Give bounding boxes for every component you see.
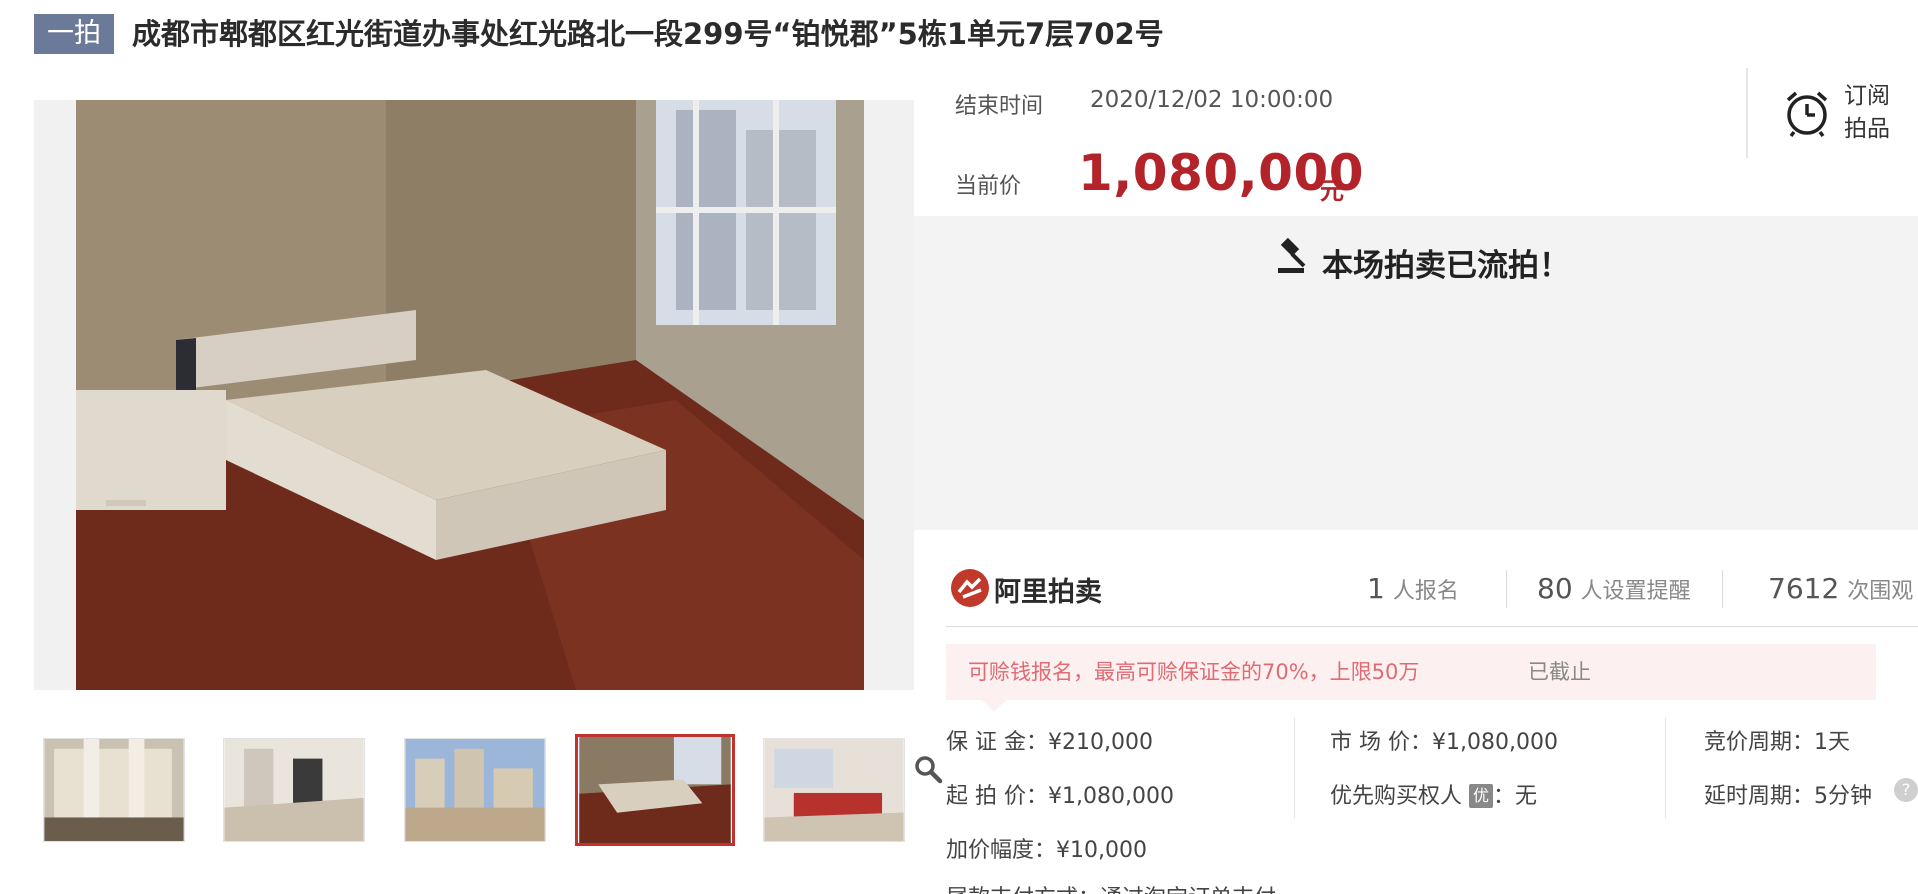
thumbnail-living-room-floor[interactable] [223,738,365,842]
subscribe-button[interactable]: 订阅 拍品 [1844,80,1904,146]
brand-name: 阿里拍卖 [994,577,1102,608]
alarm-clock-icon[interactable] [1782,88,1832,138]
thumbnail-apartment-towers[interactable] [404,738,546,842]
thumbnail-building-exterior[interactable] [43,738,185,842]
stats-divider [946,626,1918,627]
notice-pointer [982,700,1006,712]
ali-auction-logo-icon [950,568,990,608]
payment-method-row: 尾款支付方式：通过淘宝订单支付 [946,880,1276,894]
stat-unit: 次围观 [1847,579,1914,604]
increment-row: 加价幅度：¥10,000 [946,838,1147,863]
stat-reminders: 80 人设置提醒 [1537,572,1691,605]
delay-cycle-row: 延时周期：5分钟 [1704,784,1872,809]
thumbnail-living-room-sofa[interactable] [763,738,905,842]
thumbnail-bedroom[interactable] [575,734,735,846]
market-price-row: 市 场 价：¥1,080,000 [1330,730,1558,755]
current-price-label: 当前价 [955,174,1022,199]
stat-views: 7612 次围观 [1768,572,1913,605]
stat-divider [1722,570,1723,608]
subscribe-divider [1746,68,1748,158]
subscribe-line1: 订阅 [1844,83,1890,109]
main-photo-container [34,100,943,784]
stat-divider [1506,570,1507,608]
stat-number: 1 [1367,572,1385,605]
end-time-label: 结束时间 [955,94,1044,119]
priority-buyer-row: 优先购买权人 优：无 [1330,778,1537,810]
auction-status-text: 本场拍卖已流拍！ [1322,248,1570,284]
stat-number: 80 [1537,572,1573,605]
main-photo[interactable] [76,100,864,690]
subscribe-line2: 拍品 [1844,116,1890,142]
zoom-icon[interactable] [908,748,948,790]
gavel-icon [1274,237,1312,276]
credit-notice-text: 可赊钱报名，最高可赊保证金的70%，上限50万 [968,660,1420,684]
bid-cycle-row: 竞价周期：1天 [1704,730,1850,755]
priority-badge[interactable]: 优 [1469,784,1494,808]
stat-number: 7612 [1768,572,1840,605]
stat-registrations: 1 人报名 [1367,572,1459,605]
start-price-row: 起 拍 价：¥1,080,000 [946,784,1174,809]
column-divider [1294,718,1295,818]
stat-unit: 人设置提醒 [1580,579,1691,604]
deposit-row: 保 证 金：¥210,000 [946,730,1153,755]
priority-buyer-value: ：无 [1493,784,1538,809]
credit-notice-status: 已截止 [1528,660,1591,684]
priority-buyer-label: 优先购买权人 [1330,784,1463,809]
page-title: 成都市郫都区红光街道办事处红光路北一段299号“铂悦郡”5栋1单元7层702号 [132,17,1164,51]
help-icon[interactable]: ? [1894,778,1918,802]
price-unit: 元 [1320,177,1344,205]
column-divider [1665,718,1666,818]
stat-unit: 人报名 [1392,579,1459,604]
auction-round-tag: 一拍 [34,14,114,54]
end-time-value: 2020/12/02 10:00:00 [1090,87,1334,113]
